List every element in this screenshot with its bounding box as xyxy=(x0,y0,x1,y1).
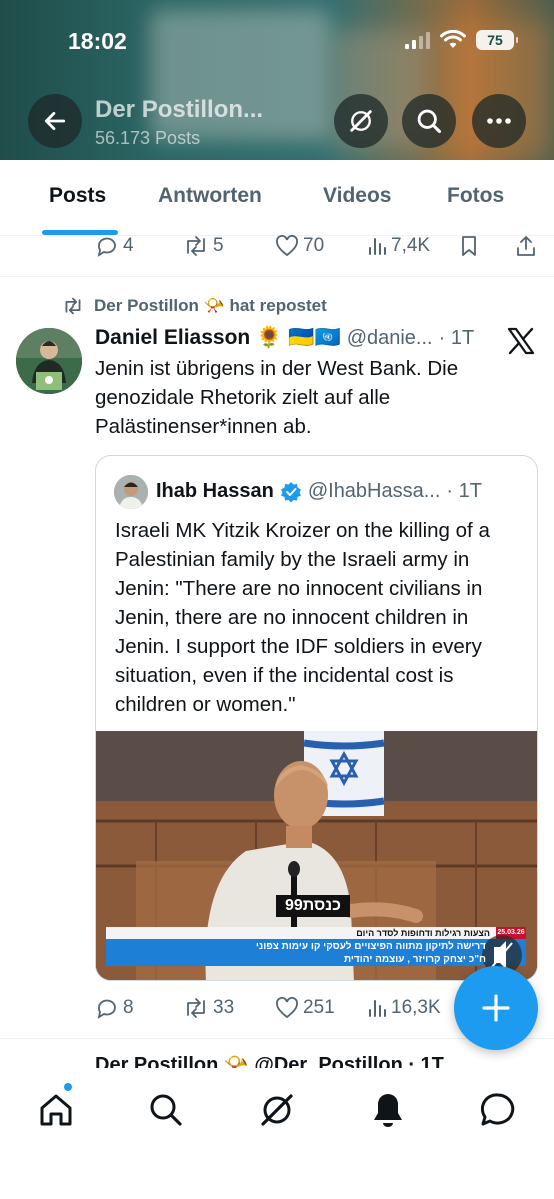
quote-author-handle: @IhabHassa... xyxy=(307,480,441,502)
views-icon xyxy=(369,238,386,255)
repost-count: 5 xyxy=(213,235,224,256)
repost-icon xyxy=(187,236,205,256)
repost-button[interactable]: 5 xyxy=(183,235,224,257)
heart-icon xyxy=(276,235,298,257)
video-caption-top: הצעות רגילות ודחופות לסדר היום xyxy=(356,928,490,938)
nav-grok[interactable] xyxy=(255,1088,299,1132)
tweet-author[interactable]: Daniel Eliasson 🌻 🇺🇦🇺🇳 @danie... · 1T xyxy=(95,326,474,350)
nav-messages[interactable] xyxy=(476,1088,520,1132)
nav-notifications[interactable] xyxy=(366,1088,410,1132)
author-name: Daniel Eliasson xyxy=(95,326,251,349)
repost-label: Der Postillon 📯 hat repostet xyxy=(94,296,327,315)
grok-icon xyxy=(350,110,372,132)
views-count: 7,4K xyxy=(391,235,431,256)
like-button[interactable]: 70 xyxy=(275,235,324,257)
x-logo-icon xyxy=(507,327,535,355)
signal-icon xyxy=(405,31,430,49)
video-timestamp: 25.03.26 xyxy=(497,929,525,936)
like-count: 251 xyxy=(303,997,335,1018)
quote-author[interactable]: Ihab Hassan @IhabHassa... · 1T xyxy=(156,480,482,503)
repost-icon xyxy=(187,998,205,1018)
author-handle: @danie... xyxy=(346,326,433,349)
more-button[interactable] xyxy=(472,94,526,148)
reply-count: 4 xyxy=(123,235,134,256)
bookmark-icon xyxy=(462,236,476,256)
bell-icon xyxy=(374,1094,402,1127)
quote-avatar[interactable] xyxy=(114,475,148,509)
post-count: 56.173 Posts xyxy=(95,128,201,148)
quote-time: · 1T xyxy=(446,480,482,502)
tab-videos[interactable]: Videos xyxy=(323,184,391,208)
views-icon xyxy=(369,1000,386,1017)
post-divider xyxy=(0,276,554,277)
quote-author-name: Ihab Hassan xyxy=(156,480,274,502)
profile-tabs: Posts Antworten Videos Fotos xyxy=(0,160,554,236)
arrow-left-icon xyxy=(44,112,66,130)
share-button[interactable] xyxy=(515,235,537,257)
share-icon xyxy=(517,236,535,256)
views-button[interactable]: 7,4K xyxy=(367,235,430,257)
tab-antworten[interactable]: Antworten xyxy=(158,184,262,208)
repost-icon xyxy=(65,297,81,315)
more-icon xyxy=(487,118,511,124)
grok-button[interactable] xyxy=(334,94,388,148)
video-caption-bot: ח"כ יצחק קרויזר , עוצמה יהודית xyxy=(343,954,486,965)
repost-count: 33 xyxy=(213,997,235,1018)
repost-indicator: Der Postillon 📯 hat repostet xyxy=(62,296,327,316)
tweet-text: Jenin ist übrigens in der West Bank. Die… xyxy=(95,357,459,438)
author-flags: 🇺🇦🇺🇳 xyxy=(288,326,341,349)
reply-icon xyxy=(97,999,116,1019)
tab-fotos[interactable]: Fotos xyxy=(447,184,504,208)
search-icon xyxy=(417,109,442,134)
reply-icon xyxy=(97,237,116,257)
reply-count: 8 xyxy=(123,997,134,1018)
prev-post-actions: 4 5 70 7,4K xyxy=(95,232,545,260)
profile-name: Der Postillon... xyxy=(95,96,264,123)
quote-video[interactable]: כנסת99 הצעות רגילות ודחופות לסדר היום 25… xyxy=(96,731,537,980)
back-button[interactable] xyxy=(28,94,82,148)
bookmark-button[interactable] xyxy=(459,235,479,257)
nav-search[interactable] xyxy=(144,1088,188,1132)
author-emoji: 🌻 xyxy=(256,326,283,349)
verified-badge-icon xyxy=(280,481,301,502)
bottom-navigation xyxy=(0,1068,554,1199)
like-button[interactable]: 251 xyxy=(275,997,335,1019)
quote-text: Israeli MK Yitzik Kroizer on the killing… xyxy=(115,519,490,716)
tab-posts[interactable]: Posts xyxy=(49,184,106,208)
battery-icon: 75 xyxy=(476,30,518,50)
notification-dot xyxy=(62,1081,74,1093)
repost-button[interactable]: 33 xyxy=(183,997,234,1019)
wifi-icon xyxy=(440,30,466,48)
compose-button[interactable] xyxy=(454,966,538,1050)
grok-icon xyxy=(261,1094,293,1126)
avatar[interactable] xyxy=(16,328,82,394)
message-icon xyxy=(480,1093,515,1126)
nav-home[interactable] xyxy=(34,1088,78,1132)
views-button[interactable]: 16,3K xyxy=(367,997,441,1019)
video-caption-mid: דרישה לתיקון מתווה הפיצויים לעסקי קו עימ… xyxy=(255,941,486,952)
video-channel-logo: כנסת99 xyxy=(284,897,342,914)
profile-header-banner xyxy=(0,0,554,160)
views-count: 16,3K xyxy=(391,997,441,1018)
status-time: 18:02 xyxy=(68,28,127,54)
search-icon xyxy=(150,1094,182,1126)
status-icons: 75 xyxy=(405,30,518,50)
reply-button[interactable]: 8 xyxy=(95,996,134,1020)
like-count: 70 xyxy=(303,235,325,256)
plus-icon xyxy=(482,994,510,1022)
home-icon xyxy=(40,1094,72,1126)
heart-icon xyxy=(276,997,298,1019)
reply-button[interactable]: 4 xyxy=(95,234,134,258)
quoted-tweet[interactable]: Ihab Hassan @IhabHassa... · 1T Israeli M… xyxy=(95,455,538,981)
tweet-time: · 1T xyxy=(438,326,475,349)
search-button[interactable] xyxy=(402,94,456,148)
